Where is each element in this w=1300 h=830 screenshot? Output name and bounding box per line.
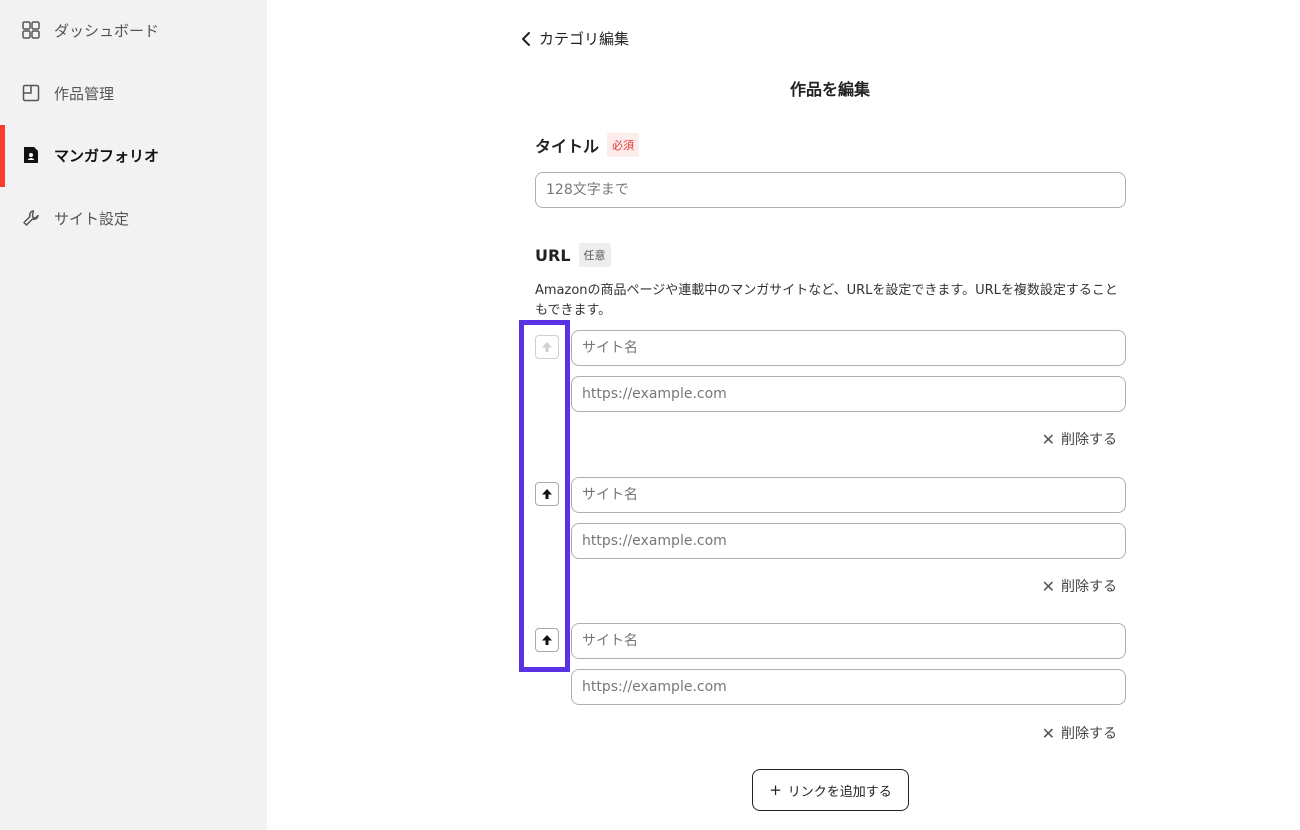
delete-label: 削除する [1061, 432, 1117, 448]
back-link-label: カテゴリ編集 [539, 30, 630, 48]
delete-label: 削除する [1061, 726, 1117, 742]
title-field-label: タイトル 必須 [535, 133, 640, 157]
sidebar-item-mangafolio[interactable]: マンガフォリオ [0, 125, 267, 187]
arrow-up-icon [542, 635, 552, 645]
sidebar: ダッシュボード 作品管理 マンガフォリオ サイト設定 [0, 0, 267, 830]
site-name-input[interactable] [571, 330, 1126, 366]
site-name-input[interactable] [571, 623, 1126, 659]
optional-badge: 任意 [578, 243, 611, 267]
required-badge: 必須 [607, 133, 640, 157]
layout-icon [20, 82, 42, 104]
move-up-button[interactable] [535, 482, 559, 506]
url-input[interactable] [571, 523, 1126, 559]
title-input[interactable] [535, 172, 1126, 208]
url-input[interactable] [571, 669, 1126, 705]
close-icon: ✕ [1041, 429, 1055, 449]
url-field-label: URL 任意 [535, 243, 611, 267]
page-title: 作品を編集 [789, 80, 870, 99]
plus-icon: + [769, 781, 782, 799]
delete-link[interactable]: ✕ 削除する [1042, 723, 1117, 743]
url-label-text: URL [535, 245, 571, 265]
url-input[interactable] [571, 376, 1126, 412]
add-link-label: リンクを追加する [787, 784, 892, 800]
move-up-button[interactable] [535, 335, 559, 359]
grid-icon [20, 19, 42, 41]
sidebar-item-label: マンガフォリオ [54, 146, 160, 165]
add-link-button[interactable]: + リンクを追加する [752, 769, 909, 811]
site-name-input[interactable] [571, 477, 1126, 513]
delete-link[interactable]: ✕ 削除する [1042, 576, 1117, 596]
title-label-text: タイトル [535, 137, 600, 156]
profile-doc-icon [20, 144, 42, 166]
arrow-up-icon [542, 342, 552, 352]
sidebar-item-label: サイト設定 [54, 209, 130, 228]
move-up-button[interactable] [535, 628, 559, 652]
wrench-icon [20, 207, 42, 229]
sidebar-item-label: 作品管理 [54, 84, 115, 103]
delete-label: 削除する [1061, 579, 1117, 595]
arrow-up-icon [542, 489, 552, 499]
close-icon: ✕ [1041, 576, 1055, 596]
delete-link[interactable]: ✕ 削除する [1042, 429, 1117, 449]
sidebar-item-works[interactable]: 作品管理 [0, 63, 267, 123]
sidebar-item-site-settings[interactable]: サイト設定 [0, 188, 267, 248]
url-help-text: Amazonの商品ページや連載中のマンガサイトなど、URLを設定できます。URL… [535, 283, 1118, 318]
close-icon: ✕ [1041, 723, 1055, 743]
back-link[interactable]: カテゴリ編集 [517, 28, 629, 49]
sidebar-item-dashboard[interactable]: ダッシュボード [0, 0, 267, 60]
chevron-left-icon [517, 29, 537, 49]
sidebar-item-label: ダッシュボード [54, 21, 160, 40]
